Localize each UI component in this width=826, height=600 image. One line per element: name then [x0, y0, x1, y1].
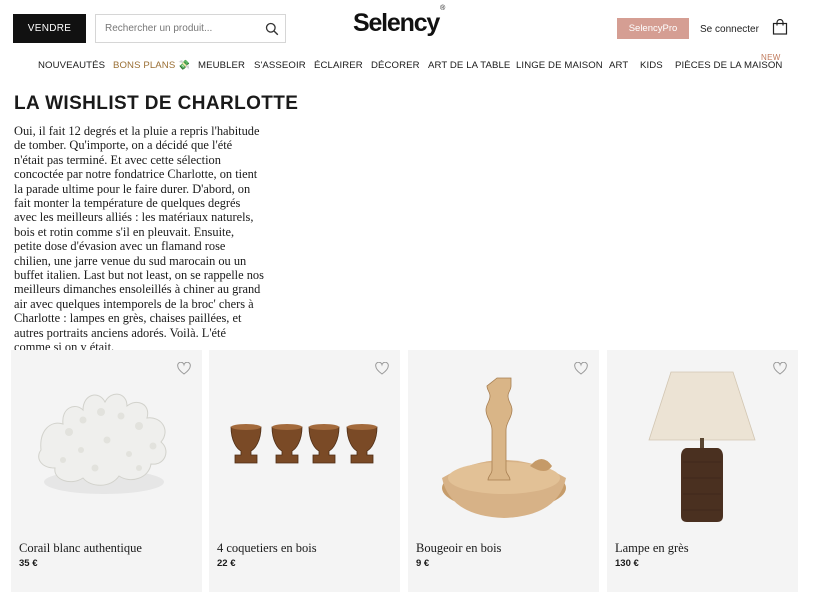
heart-icon[interactable]	[375, 362, 389, 375]
product-price: 35 €	[19, 558, 38, 569]
nav-item-meubler[interactable]: MEUBLER	[198, 60, 245, 71]
product-price: 130 €	[615, 558, 639, 569]
page-title: LA WISHLIST DE CHARLOTTE	[14, 93, 299, 114]
new-badge: NEW	[761, 53, 781, 62]
nav-item-decorer[interactable]: DÉCORER	[371, 60, 420, 71]
heart-icon[interactable]	[773, 362, 787, 375]
nav-item-eclairer[interactable]: ÉCLAIRER	[314, 60, 363, 71]
product-card[interactable]: Corail blanc authentique 35 €	[11, 350, 202, 592]
product-card[interactable]: Bougeoir en bois 9 €	[408, 350, 599, 592]
search-box	[95, 14, 286, 43]
nav-item-art[interactable]: ART	[609, 60, 628, 71]
nav-item-bons-plans[interactable]: BONS PLANS 💸	[113, 60, 190, 71]
product-image-egg-cups[interactable]	[209, 350, 400, 530]
heart-icon[interactable]	[574, 362, 588, 375]
intro-text: Oui, il fait 12 degrés et la pluie a rep…	[14, 124, 264, 355]
nav-item-kids[interactable]: KIDS	[640, 60, 663, 71]
nav-item-art-de-la-table[interactable]: ART DE LA TABLE	[428, 60, 510, 71]
product-name[interactable]: Lampe en grès	[615, 541, 689, 556]
search-icon[interactable]	[265, 22, 279, 36]
main-nav: NOUVEAUTÉS BONS PLANS 💸 MEUBLER S'ASSEOI…	[0, 60, 826, 78]
product-price: 22 €	[217, 558, 236, 569]
nav-item-linge-de-maison[interactable]: LINGE DE MAISON	[516, 60, 603, 71]
product-card[interactable]: 4 coquetiers en bois 22 €	[209, 350, 400, 592]
product-price: 9 €	[416, 558, 430, 569]
product-name[interactable]: 4 coquetiers en bois	[217, 541, 317, 556]
selency-logo[interactable]: Selency®	[353, 5, 445, 38]
nav-item-sasseoir[interactable]: S'ASSEOIR	[254, 60, 306, 71]
shopping-bag-icon[interactable]	[772, 19, 788, 35]
product-card[interactable]: Lampe en grès 130 €	[607, 350, 798, 592]
product-image-stoneware-lamp[interactable]	[607, 350, 798, 530]
sell-button[interactable]: VENDRE	[13, 14, 86, 43]
product-name[interactable]: Corail blanc authentique	[19, 541, 142, 556]
product-name[interactable]: Bougeoir en bois	[416, 541, 501, 556]
product-image-coral[interactable]	[11, 350, 202, 530]
login-link[interactable]: Se connecter	[700, 24, 759, 35]
heart-icon[interactable]	[177, 362, 191, 375]
site-header: VENDRE Selency® SelencyPro Se connecter	[0, 0, 826, 50]
selency-pro-button[interactable]: SelencyPro	[617, 18, 689, 39]
nav-item-nouveautes[interactable]: NOUVEAUTÉS	[38, 60, 105, 71]
search-input[interactable]	[105, 23, 265, 34]
product-image-candlestick[interactable]	[408, 350, 599, 530]
